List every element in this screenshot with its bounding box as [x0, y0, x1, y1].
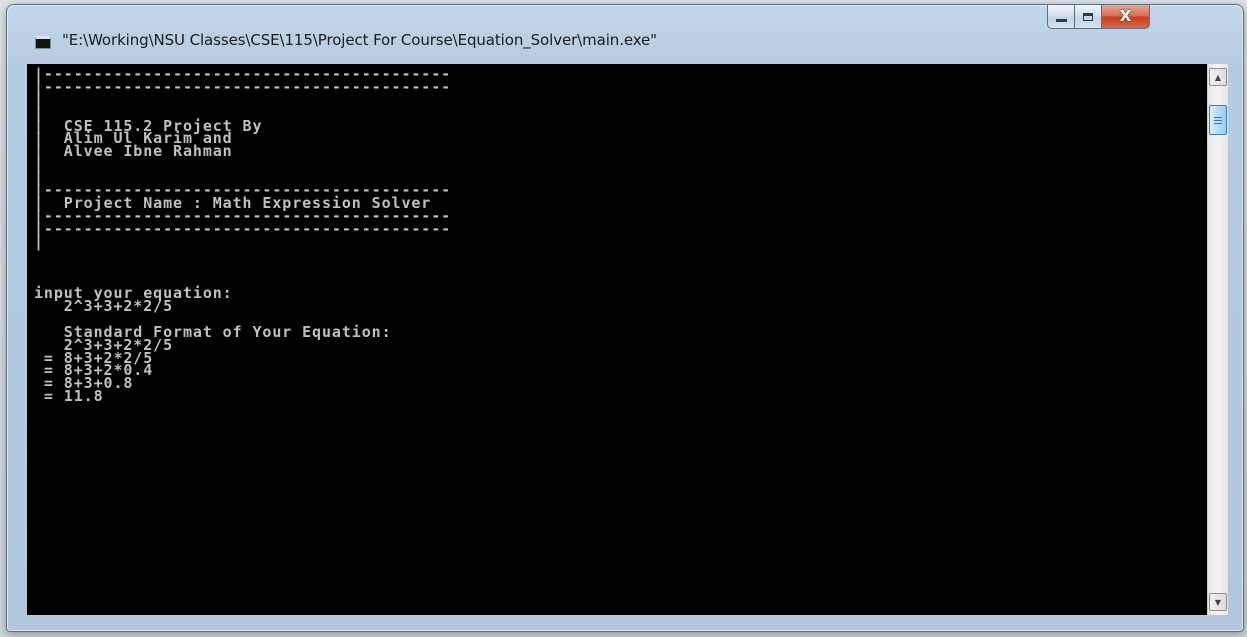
chevron-down-icon: ▼ [1214, 597, 1222, 607]
console-line: 2^3+3+2*2/5 [34, 297, 174, 316]
console-line: |---------------------------------------… [34, 77, 452, 96]
window-title: "E:\Working\NSU Classes\CSE\115\Project … [62, 31, 657, 49]
caption-buttons: X [1047, 5, 1150, 31]
console-line: | [34, 155, 44, 174]
chevron-up-icon: ▲ [1214, 72, 1222, 82]
maximize-icon [1083, 12, 1093, 21]
minimize-icon [1055, 19, 1067, 22]
scroll-thumb[interactable] [1209, 105, 1227, 135]
console-line: = 11.8 [34, 387, 104, 406]
maximize-button[interactable] [1075, 5, 1102, 29]
console-icon[interactable] [35, 36, 51, 49]
console-output[interactable]: |---------------------------------------… [27, 64, 1207, 615]
console-text: |---------------------------------------… [34, 67, 452, 406]
grip-icon [1214, 116, 1222, 124]
console-line: |---------------------------------------… [34, 219, 452, 238]
close-icon: X [1119, 7, 1132, 25]
minimize-button[interactable] [1047, 5, 1075, 29]
console-line: | Alvee Ibne Rahman [34, 142, 233, 161]
close-button[interactable]: X [1102, 5, 1150, 29]
vertical-scrollbar[interactable]: ▲ ▼ [1207, 64, 1228, 615]
scroll-down-button[interactable]: ▼ [1209, 593, 1227, 611]
scroll-up-button[interactable]: ▲ [1209, 68, 1227, 86]
